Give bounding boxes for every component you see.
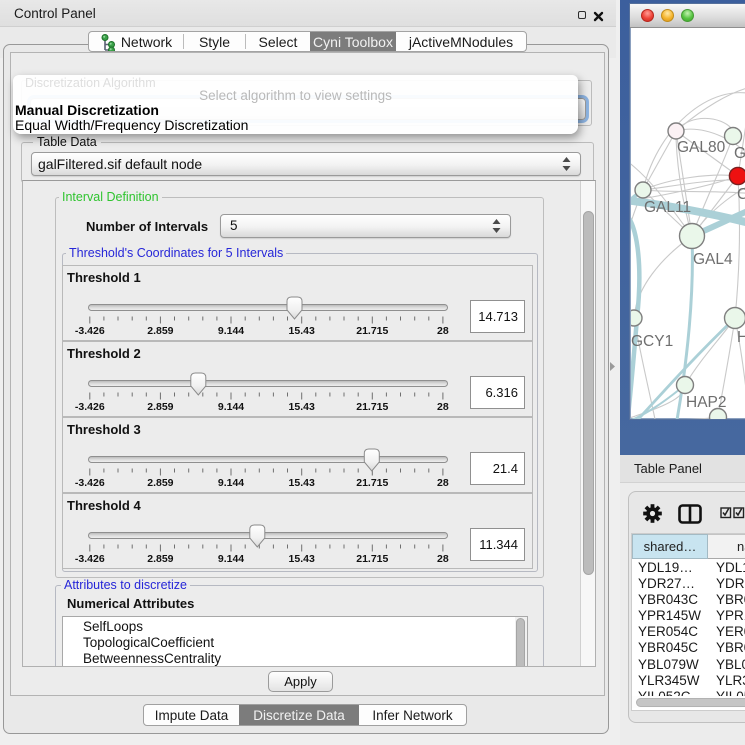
svg-text:21.715: 21.715 bbox=[356, 401, 388, 413]
svg-text:2.859: 2.859 bbox=[147, 401, 173, 413]
svg-text:21.715: 21.715 bbox=[356, 325, 388, 337]
svg-text:2.859: 2.859 bbox=[147, 477, 173, 489]
svg-text:-3.426: -3.426 bbox=[75, 401, 105, 413]
svg-text:-3.426: -3.426 bbox=[75, 325, 105, 337]
svg-text:GCY1: GCY1 bbox=[631, 333, 673, 350]
svg-text:15.43: 15.43 bbox=[289, 325, 315, 337]
svg-text:2.859: 2.859 bbox=[147, 325, 173, 337]
svg-text:9.144: 9.144 bbox=[218, 325, 244, 337]
svg-text:-3.426: -3.426 bbox=[75, 553, 105, 565]
svg-text:15.43: 15.43 bbox=[289, 553, 315, 565]
svg-text:28: 28 bbox=[437, 325, 449, 337]
svg-text:28: 28 bbox=[437, 477, 449, 489]
svg-text:GAL4: GAL4 bbox=[693, 251, 733, 268]
svg-text:21.715: 21.715 bbox=[356, 553, 388, 565]
svg-text:21.715: 21.715 bbox=[356, 477, 388, 489]
svg-text:GAL11: GAL11 bbox=[644, 199, 691, 216]
svg-text:HAP2: HAP2 bbox=[686, 394, 727, 411]
svg-text:28: 28 bbox=[437, 553, 449, 565]
svg-text:28: 28 bbox=[437, 401, 449, 413]
svg-text:9.144: 9.144 bbox=[218, 553, 244, 565]
svg-text:-3.426: -3.426 bbox=[75, 477, 105, 489]
svg-text:GA: GA bbox=[734, 145, 745, 162]
svg-text:15.43: 15.43 bbox=[289, 477, 315, 489]
svg-text:15.43: 15.43 bbox=[289, 401, 315, 413]
svg-text:C: C bbox=[737, 186, 745, 203]
svg-text:9.144: 9.144 bbox=[218, 477, 244, 489]
svg-text:9.144: 9.144 bbox=[218, 401, 244, 413]
svg-text:2.859: 2.859 bbox=[147, 553, 173, 565]
svg-text:H: H bbox=[737, 329, 745, 346]
svg-text:GAL80: GAL80 bbox=[677, 139, 726, 156]
